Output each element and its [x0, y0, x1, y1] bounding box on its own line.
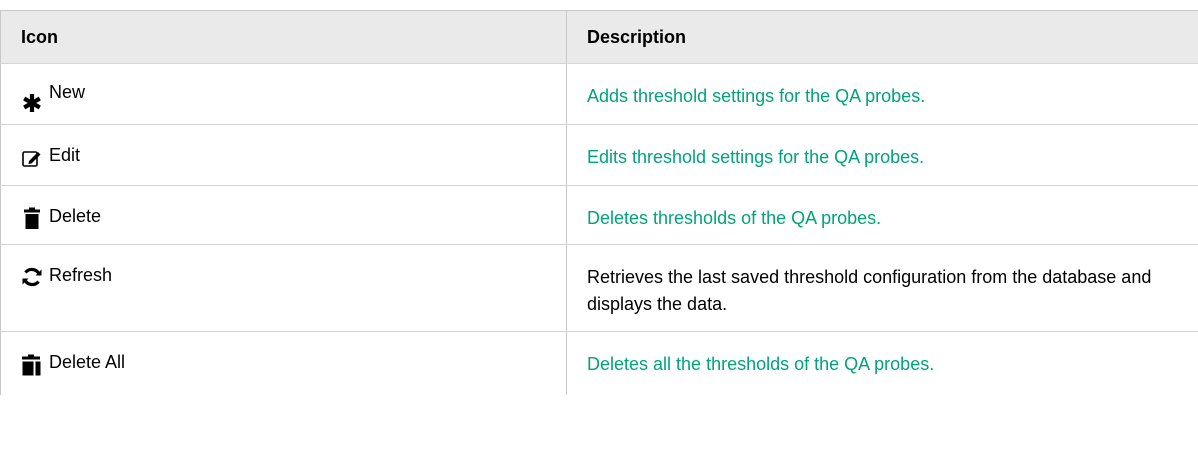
- description-text: Retrieves the last saved threshold confi…: [587, 267, 1152, 314]
- icon-label: New: [49, 82, 86, 102]
- icon-cell: Edit: [0, 124, 567, 186]
- icon-label: Edit: [49, 145, 81, 165]
- icon-cell: New: [0, 63, 567, 125]
- table-header-row: Icon Description: [0, 10, 1198, 64]
- header-description: Description: [566, 10, 1198, 64]
- trash-icon: [21, 207, 43, 229]
- icon-cell: Refresh: [0, 244, 567, 332]
- icon-cell: Delete: [0, 185, 567, 245]
- icon-label: Delete All: [49, 352, 126, 372]
- delete-all-icon: [21, 354, 43, 376]
- description-link[interactable]: Deletes thresholds of the QA probes.: [587, 208, 881, 228]
- description-cell: Deletes all the thresholds of the QA pro…: [566, 331, 1198, 395]
- table-row: Delete All Deletes all the thresholds of…: [0, 331, 1198, 395]
- description-cell: Adds threshold settings for the QA probe…: [566, 63, 1198, 125]
- table-row: New Adds threshold settings for the QA p…: [0, 63, 1198, 125]
- refresh-icon: [21, 266, 43, 288]
- description-cell: Edits threshold settings for the QA prob…: [566, 124, 1198, 186]
- table-row: Delete Deletes thresholds of the QA prob…: [0, 185, 1198, 245]
- description-cell: Deletes thresholds of the QA probes.: [566, 185, 1198, 245]
- edit-icon: [21, 147, 43, 169]
- header-icon: Icon: [0, 10, 567, 64]
- icon-label: Delete: [49, 206, 102, 226]
- description-link[interactable]: Deletes all the thresholds of the QA pro…: [587, 354, 934, 374]
- icon-label: Refresh: [49, 265, 113, 285]
- description-link[interactable]: Adds threshold settings for the QA probe…: [587, 86, 925, 106]
- table-row: Refresh Retrieves the last saved thresho…: [0, 244, 1198, 332]
- icon-description-table: Icon Description New Adds threshold sett…: [0, 10, 1198, 395]
- description-link[interactable]: Edits threshold settings for the QA prob…: [587, 147, 924, 167]
- asterisk-icon: [21, 92, 43, 114]
- description-cell: Retrieves the last saved threshold confi…: [566, 244, 1198, 332]
- table-row: Edit Edits threshold settings for the QA…: [0, 124, 1198, 186]
- icon-cell: Delete All: [0, 331, 567, 395]
